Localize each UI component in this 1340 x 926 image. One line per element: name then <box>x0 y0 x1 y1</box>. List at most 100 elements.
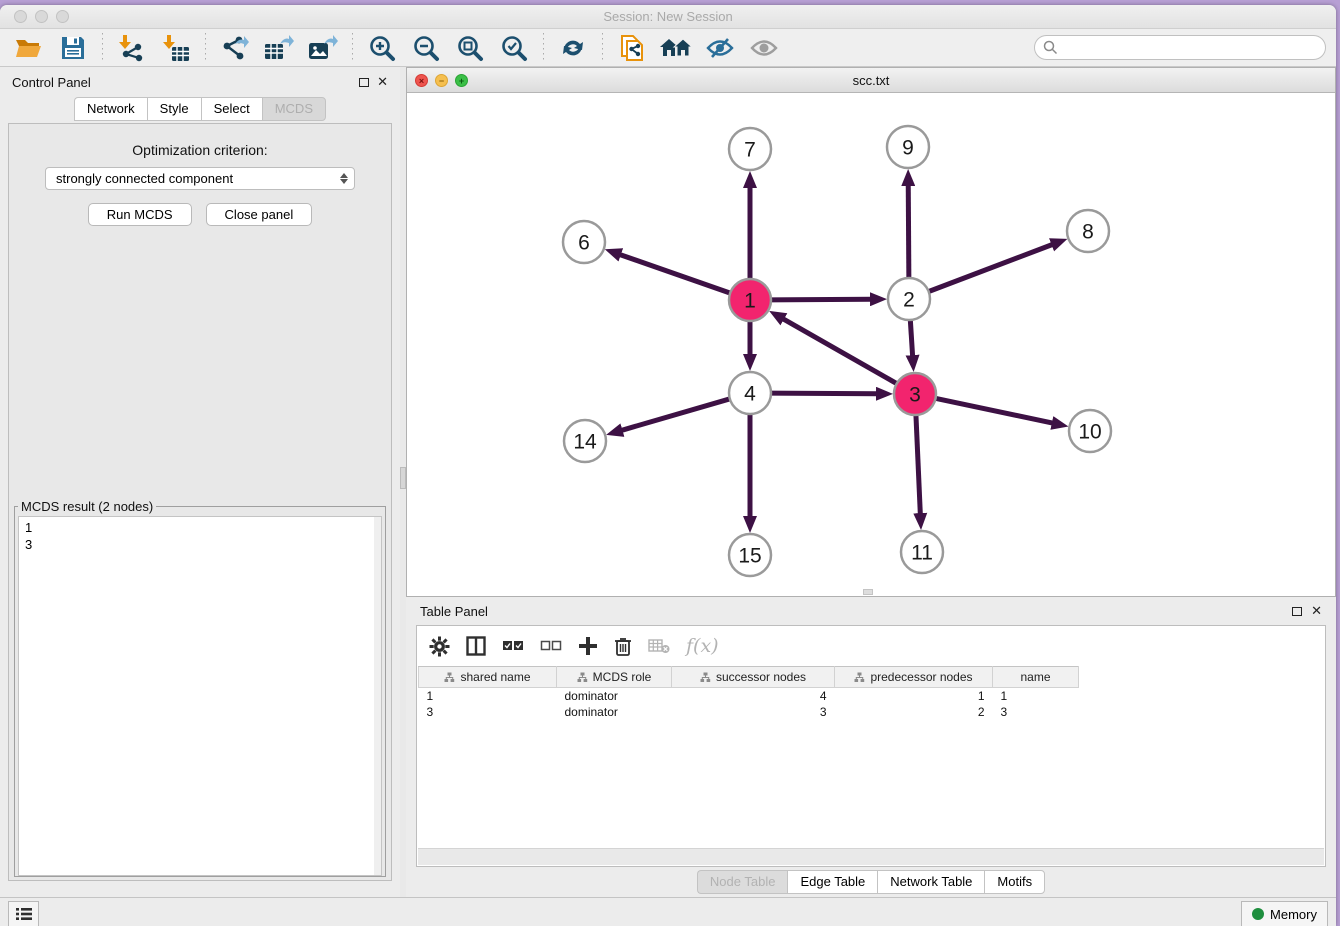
mcds-result-box: MCDS result (2 nodes) 1 3 <box>14 499 386 877</box>
control-panel: Control Panel ✕ Network Style Select MCD… <box>0 67 400 897</box>
delete-table-icon[interactable] <box>648 638 670 654</box>
run-mcds-button[interactable]: Run MCDS <box>88 203 192 226</box>
graph-edge-3-1[interactable] <box>782 318 898 384</box>
table-panel-header: Table Panel ✕ <box>406 597 1336 625</box>
close-panel-button[interactable]: Close panel <box>206 203 313 226</box>
column-header-shared-name[interactable]: shared name <box>419 667 557 688</box>
node-table: shared name MCDS role successor nodes <box>418 666 1079 720</box>
network-graph: 7968124314101511 <box>407 93 1335 595</box>
close-panel-icon[interactable]: ✕ <box>377 77 388 87</box>
new-network-from-selection-icon[interactable] <box>613 32 651 64</box>
mcds-result-text[interactable]: 1 3 <box>18 516 382 876</box>
shared-column-icon <box>577 672 588 683</box>
network-minimize-icon[interactable]: − <box>435 74 448 87</box>
graph-node-label-8: 8 <box>1082 221 1094 244</box>
refresh-layout-icon[interactable] <box>554 32 592 64</box>
task-history-button[interactable] <box>8 901 39 926</box>
graph-edge-2-3[interactable] <box>910 318 912 357</box>
column-header-predecessor-nodes[interactable]: predecessor nodes <box>835 667 993 688</box>
graph-edge-3-11[interactable] <box>916 413 921 515</box>
import-table-icon[interactable] <box>157 32 195 64</box>
graph-node-label-1: 1 <box>744 290 756 313</box>
select-stepper-icon <box>340 173 348 184</box>
shared-column-icon <box>444 672 455 683</box>
splitter-grip[interactable] <box>400 467 406 489</box>
search-input[interactable] <box>1034 35 1326 60</box>
table-panel-tabs: Node Table Edge Table Network Table Moti… <box>406 867 1336 897</box>
graph-node-label-2: 2 <box>903 289 915 312</box>
table-row[interactable]: 1 dominator 4 1 1 <box>419 688 1079 704</box>
zoom-selected-icon[interactable] <box>495 32 533 64</box>
column-header-mcds-role[interactable]: MCDS role <box>557 667 672 688</box>
mcds-result-scrollbar[interactable] <box>374 517 381 875</box>
column-header-successor-nodes[interactable]: successor nodes <box>672 667 835 688</box>
minimize-window-icon[interactable] <box>35 10 48 23</box>
float-panel-icon[interactable] <box>359 78 369 87</box>
export-image-icon[interactable] <box>304 32 342 64</box>
hide-graphics-details-icon[interactable] <box>701 32 739 64</box>
table-panel-title: Table Panel <box>420 604 488 619</box>
graph-node-label-9: 9 <box>902 137 914 160</box>
tab-edge-table[interactable]: Edge Table <box>787 870 877 894</box>
network-zoom-icon[interactable]: + <box>455 74 468 87</box>
table-row[interactable]: 3 dominator 3 2 3 <box>419 704 1079 720</box>
open-session-icon[interactable] <box>10 32 48 64</box>
graph-edge-4-14[interactable] <box>621 398 732 430</box>
toolbar-separator <box>543 33 544 63</box>
criterion-select-value: strongly connected component <box>56 171 233 186</box>
toolbar-separator <box>352 33 353 63</box>
table-settings-gear-icon[interactable] <box>429 636 450 657</box>
memory-button[interactable]: Memory <box>1241 901 1328 926</box>
list-icon <box>15 907 33 921</box>
graph-node-label-6: 6 <box>578 232 590 255</box>
import-network-icon[interactable] <box>113 32 151 64</box>
delete-column-icon[interactable] <box>614 636 632 657</box>
show-graphics-details-icon[interactable] <box>745 32 783 64</box>
home-icon[interactable] <box>657 32 695 64</box>
float-table-panel-icon[interactable] <box>1292 607 1302 616</box>
select-all-rows-icon[interactable] <box>502 639 524 653</box>
export-network-icon[interactable] <box>216 32 254 64</box>
tab-network[interactable]: Network <box>74 97 147 121</box>
zoom-out-icon[interactable] <box>407 32 445 64</box>
export-table-icon[interactable] <box>260 32 298 64</box>
mcds-result-title: MCDS result (2 nodes) <box>18 499 156 514</box>
zoom-fit-icon[interactable] <box>451 32 489 64</box>
toggle-column-panel-icon[interactable] <box>466 636 486 656</box>
save-session-icon[interactable] <box>54 32 92 64</box>
function-builder-icon[interactable]: f(x) <box>686 635 719 657</box>
status-bar: Memory <box>0 897 1336 926</box>
graph-node-label-4: 4 <box>744 383 756 406</box>
tab-style[interactable]: Style <box>147 97 201 121</box>
graph-edge-4-3[interactable] <box>769 393 878 394</box>
table-horizontal-scrollbar[interactable] <box>418 848 1324 865</box>
zoom-in-icon[interactable] <box>363 32 401 64</box>
deselect-all-rows-icon[interactable] <box>540 639 562 653</box>
app-window: Session: New Session <box>0 5 1336 926</box>
network-view-window: × − + scc.txt 7968124314101511 <box>406 67 1336 597</box>
window-title: Session: New Session <box>0 5 1336 29</box>
graph-edge-2-8[interactable] <box>927 244 1054 292</box>
graph-edge-1-6[interactable] <box>619 254 732 294</box>
column-header-name[interactable]: name <box>993 667 1079 688</box>
tab-node-table[interactable]: Node Table <box>697 870 788 894</box>
tab-select[interactable]: Select <box>201 97 262 121</box>
toolbar-separator <box>205 33 206 63</box>
horizontal-splitter-grip[interactable] <box>863 589 873 595</box>
graph-edge-3-10[interactable] <box>934 398 1054 423</box>
tab-motifs[interactable]: Motifs <box>984 870 1045 894</box>
close-window-icon[interactable] <box>14 10 27 23</box>
network-close-icon[interactable]: × <box>415 74 428 87</box>
close-table-panel-icon[interactable]: ✕ <box>1311 606 1322 616</box>
graph-edge-2-9[interactable] <box>908 184 909 280</box>
tab-network-table[interactable]: Network Table <box>877 870 984 894</box>
criterion-select[interactable]: strongly connected component <box>45 167 355 190</box>
tab-mcds[interactable]: MCDS <box>262 97 326 121</box>
graph-edge-1-2[interactable] <box>769 299 872 300</box>
network-canvas[interactable]: 7968124314101511 <box>407 93 1335 596</box>
zoom-window-icon[interactable] <box>56 10 69 23</box>
graph-node-label-10: 10 <box>1078 421 1101 444</box>
memory-status-icon <box>1252 908 1264 920</box>
network-window-titlebar: × − + scc.txt <box>407 68 1335 93</box>
add-column-icon[interactable] <box>578 636 598 656</box>
